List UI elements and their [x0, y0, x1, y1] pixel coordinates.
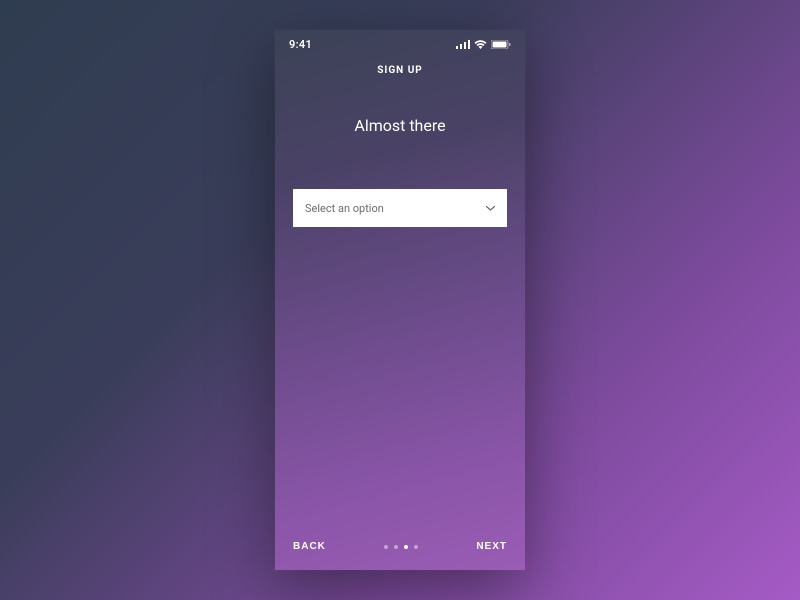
status-bar: 9:41 [275, 30, 525, 55]
pagination-dot-active [404, 545, 408, 549]
signal-icon [456, 40, 470, 49]
battery-icon [491, 40, 511, 49]
page-title: SIGN UP [275, 65, 525, 76]
option-select[interactable]: Select an option [293, 189, 507, 227]
pagination-dot [414, 545, 418, 549]
page-header: SIGN UP [275, 55, 525, 82]
main-content: Almost there Select an option [275, 82, 525, 527]
chevron-down-icon [486, 206, 495, 211]
status-time: 9:41 [289, 38, 312, 51]
wifi-icon [474, 40, 487, 49]
select-placeholder: Select an option [305, 202, 384, 215]
footer-nav: BACK NEXT [275, 527, 525, 570]
pagination-dots [384, 545, 418, 549]
pagination-dot [384, 545, 388, 549]
status-indicators [456, 40, 511, 49]
next-button[interactable]: NEXT [476, 541, 507, 552]
phone-frame: 9:41 [275, 30, 525, 570]
back-button[interactable]: BACK [293, 541, 326, 552]
pagination-dot [394, 545, 398, 549]
content-heading: Almost there [293, 116, 507, 135]
